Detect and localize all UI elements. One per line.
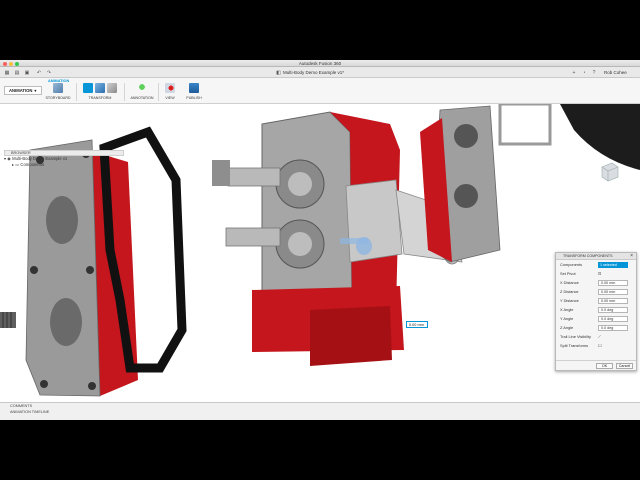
animation-timeline-label: ANIMATION TIMELINE — [10, 410, 50, 414]
auto-explode-icon[interactable] — [95, 83, 105, 93]
title-bar: Autodesk Fusion 360 — [0, 60, 640, 67]
x-distance-input[interactable]: 0.00 mm — [598, 279, 628, 286]
z-distance-label: Z Distance — [560, 289, 579, 294]
chevron-down-icon: ▾ — [34, 88, 37, 93]
trail-line-visibility-row: Trail Line Visibility ⟋ — [556, 332, 636, 341]
job-status-icon[interactable]: ◔ — [580, 69, 588, 76]
view-label: VIEW — [165, 96, 175, 100]
annotation-group[interactable]: ANNOTATION — [128, 83, 156, 103]
annotation-label: ANNOTATION — [130, 96, 154, 100]
workspace-label: ANIMATION — [9, 88, 33, 93]
document-icon: ◧ — [276, 69, 281, 76]
storyboard-group[interactable]: STORYBOARD — [45, 83, 71, 103]
transform-group[interactable]: TRANSFORM — [79, 83, 121, 103]
comments-label: COMMENTS — [10, 404, 33, 408]
save-icon[interactable]: ▣ — [23, 69, 31, 76]
grid-icon[interactable]: ▦ — [3, 69, 11, 76]
browser-root-label: Multi-Body Demo Example v1 — [12, 156, 68, 161]
help-icon[interactable]: ? — [590, 69, 598, 76]
publish-label: PUBLISH — [186, 96, 202, 100]
separator — [76, 83, 77, 101]
ribbon-toolbar: ANIMATION ANIMATION ▾ STORYBOARD TRANSFO… — [0, 78, 640, 104]
3d-viewport[interactable]: BROWSER ▾ ◉ Multi-Body Demo Example v1 ▸… — [0, 104, 640, 402]
chevron-right-icon[interactable]: ▸ — [12, 162, 14, 167]
restore-home-icon[interactable] — [107, 83, 117, 93]
separator — [158, 83, 159, 101]
trail-line-icon[interactable]: ⟋ — [598, 332, 601, 341]
animation-timeline-panel[interactable]: ANIMATION TIMELINE — [0, 409, 640, 415]
y-angle-row: Y Angle 0.0 deg — [556, 314, 636, 323]
left-cover-plate[interactable] — [25, 139, 138, 397]
set-pivot-row: Set Pivot ⊡ — [556, 269, 636, 278]
dialog-footer: OK Cancel — [556, 360, 636, 370]
x-angle-row: X Angle 0.0 deg — [556, 305, 636, 314]
ok-button[interactable]: OK — [596, 363, 613, 369]
undo-icon[interactable]: ↶ — [35, 69, 43, 76]
user-name[interactable]: Rob Cohee — [604, 70, 627, 75]
set-pivot-label: Set Pivot — [560, 271, 576, 276]
checkbox-icon[interactable]: ☐ — [598, 341, 602, 350]
viewcube[interactable] — [598, 160, 620, 182]
x-distance-label: X Distance — [560, 280, 579, 285]
split-transforms-row: Split Transforms ☐ — [556, 341, 636, 350]
storyboard-icon — [53, 83, 63, 93]
right-cover-plate[interactable] — [420, 104, 552, 263]
z-angle-label: Z Angle — [560, 325, 574, 330]
y-distance-label: Y Distance — [560, 298, 579, 303]
x-angle-input[interactable]: 0.0 deg — [598, 306, 628, 313]
workspace-switcher[interactable]: ANIMATION ▾ — [4, 86, 42, 95]
eye-icon[interactable]: ◉ — [7, 156, 11, 161]
trail-line-visibility-label: Trail Line Visibility — [560, 334, 591, 339]
fusion-window: Autodesk Fusion 360 ▦ ▤ ▣ ↶ ↷ ◧ Multi-Bo… — [0, 60, 640, 420]
distance-input-on-canvas[interactable]: 0.00 mm — [406, 321, 428, 328]
components-row: Components 1 selected — [556, 260, 636, 269]
redo-icon[interactable]: ↷ — [45, 69, 53, 76]
z-angle-row: Z Angle 0.0 deg — [556, 323, 636, 332]
view-icon — [165, 83, 175, 93]
components-selection[interactable]: 1 selected — [598, 261, 628, 268]
transform-label: TRANSFORM — [88, 96, 112, 100]
annotation-icon — [137, 83, 147, 93]
gear-pump-model[interactable] — [0, 104, 640, 402]
y-distance-input[interactable]: 0.00 mm — [598, 297, 628, 304]
transform-components-icon[interactable] — [83, 83, 93, 93]
separator — [124, 83, 125, 101]
storyboard-label: STORYBOARD — [45, 96, 71, 100]
add-tab-icon[interactable]: + — [570, 69, 578, 76]
browser-components-label: Components — [20, 162, 45, 167]
z-angle-input[interactable]: 0.0 deg — [598, 324, 628, 331]
close-icon[interactable]: × — [630, 253, 633, 260]
folder-icon: ▭ — [15, 162, 20, 167]
dialog-title-text: TRANSFORM COMPONENTS — [563, 254, 613, 258]
cancel-button[interactable]: Cancel — [616, 363, 633, 369]
chevron-down-icon[interactable]: ▾ — [4, 156, 6, 161]
document-tab-title[interactable]: Multi-Body Demo Example v1* — [283, 70, 344, 75]
x-distance-row: X Distance 0.00 mm — [556, 278, 636, 287]
components-label: Components — [560, 262, 583, 267]
y-angle-label: Y Angle — [560, 316, 574, 321]
transform-components-dialog: TRANSFORM COMPONENTS × Components 1 sele… — [555, 252, 637, 371]
bolt[interactable] — [0, 312, 16, 328]
z-distance-input[interactable]: 0.00 mm — [598, 288, 628, 295]
bottom-panels: COMMENTS ANIMATION TIMELINE — [0, 402, 640, 420]
split-transforms-label: Split Transforms — [560, 343, 589, 348]
x-angle-label: X Angle — [560, 307, 574, 312]
y-angle-input[interactable]: 0.0 deg — [598, 315, 628, 322]
file-icon[interactable]: ▤ — [13, 69, 21, 76]
quick-access-toolbar: ▦ ▤ ▣ ↶ ↷ ◧ Multi-Body Demo Example v1* … — [0, 67, 640, 78]
publish-group[interactable]: PUBLISH — [183, 83, 205, 103]
pivot-icon[interactable]: ⊡ — [598, 269, 601, 278]
browser-panel: BROWSER ▾ ◉ Multi-Body Demo Example v1 ▸… — [4, 150, 124, 168]
dialog-title: TRANSFORM COMPONENTS × — [556, 253, 636, 260]
browser-components-node[interactable]: ▸ ▭ Components — [4, 162, 124, 168]
publish-icon — [189, 83, 199, 93]
z-distance-row: Z Distance 0.00 mm — [556, 287, 636, 296]
y-distance-row: Y Distance 0.00 mm — [556, 296, 636, 305]
window-title: Autodesk Fusion 360 — [298, 61, 342, 66]
view-group[interactable]: VIEW — [161, 83, 179, 103]
